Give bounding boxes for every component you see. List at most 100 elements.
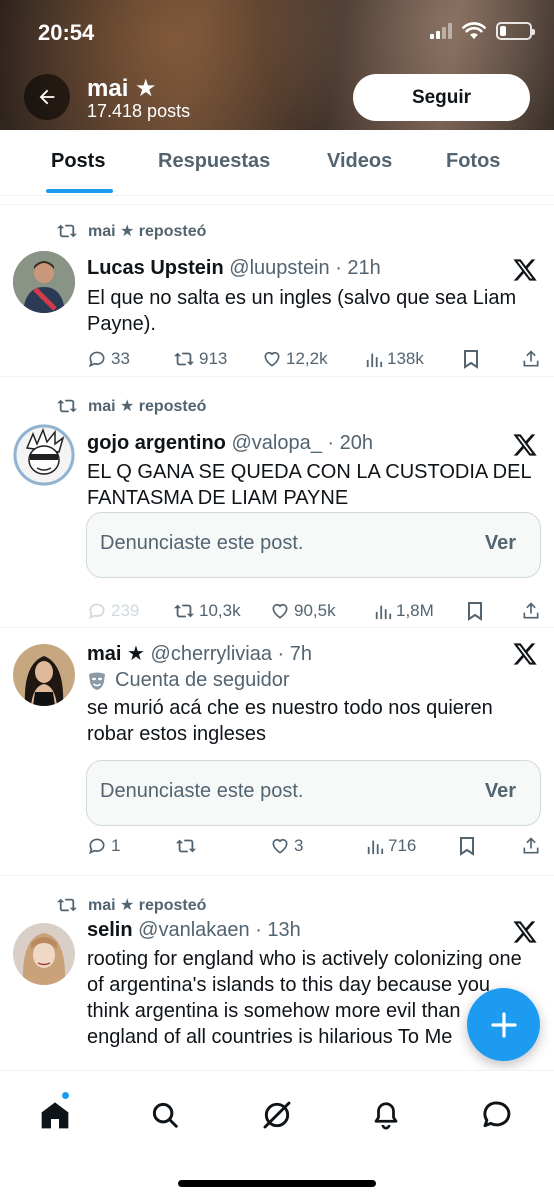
views-button[interactable]: 138k (365, 349, 424, 369)
repost-icon (57, 224, 77, 238)
views-count: 138k (387, 349, 424, 368)
follow-button[interactable]: Seguir (353, 74, 530, 121)
repost-icon (57, 898, 77, 912)
home-icon (41, 1102, 69, 1129)
share-button[interactable] (521, 601, 541, 621)
tweet-actions: 1 3 716 (87, 836, 542, 860)
heart-icon (264, 351, 280, 367)
home-notification-dot (61, 1091, 70, 1100)
plus-icon (490, 1011, 517, 1038)
views-button[interactable]: 1,8M (374, 601, 434, 621)
tweet-time: · 20h (327, 432, 373, 454)
avatar[interactable] (13, 923, 75, 985)
repost-label: mai ★ reposteó (88, 398, 207, 415)
share-button[interactable] (521, 836, 541, 856)
chat-bubble-icon (483, 1101, 511, 1128)
reply-button[interactable]: 239 (87, 601, 139, 621)
tweet-text: El que no salta es un ingles (salvo que … (87, 287, 517, 335)
view-reported-button[interactable]: Ver (485, 532, 516, 555)
status-time: 20:54 (38, 20, 95, 45)
reply-count: 1 (111, 836, 121, 855)
tweet[interactable]: mai ★ reposteó Lucas Upstein @luupstein … (0, 205, 554, 377)
views-icon (367, 840, 384, 855)
tab-videos[interactable]: Videos (327, 150, 392, 173)
author-handle[interactable]: @vanlakaen (138, 919, 249, 941)
tweet-text: se murió acá che es nuestro todo nos qui… (87, 697, 493, 745)
tweet[interactable]: mai ★ @cherryliviaa · 7h Cuenta de segui… (0, 628, 554, 876)
tweet[interactable]: mai ★ reposteó gojo argentino @valopa_ ·… (0, 377, 554, 628)
author-handle[interactable]: @valopa_ (231, 432, 321, 454)
timeline[interactable]: mai ★ reposteó Lucas Upstein @luupstein … (0, 196, 554, 1070)
tweet-actions: 33 913 12,2k 138k (87, 349, 542, 373)
nav-search[interactable] (145, 1095, 185, 1135)
reported-message: Denunciaste este post. (100, 780, 304, 802)
repost-label: mai ★ reposteó (88, 223, 207, 240)
tweet-time: · 21h (335, 257, 381, 279)
avatar[interactable] (13, 644, 75, 706)
like-button[interactable]: 12,2k (262, 349, 328, 369)
heart-icon (272, 603, 288, 619)
tweet-text: rooting for england who is actively colo… (87, 948, 522, 1048)
reported-message: Denunciaste este post. (100, 532, 304, 554)
avatar[interactable] (13, 424, 75, 486)
share-button[interactable] (521, 349, 541, 369)
tweet-header: gojo argentino @valopa_ · 20h (87, 432, 373, 455)
tab-respuestas[interactable]: Respuestas (158, 150, 270, 173)
bookmark-icon (468, 602, 482, 621)
nav-home[interactable] (35, 1095, 75, 1135)
bookmark-button[interactable] (458, 836, 476, 856)
nav-grok[interactable] (257, 1095, 297, 1135)
heart-icon (272, 838, 288, 854)
author-name[interactable]: gojo argentino (87, 432, 226, 454)
compose-button[interactable] (467, 988, 540, 1061)
grok-icon (263, 1101, 291, 1129)
x-logo-icon (513, 259, 537, 281)
search-icon (152, 1102, 178, 1128)
like-button[interactable]: 90,5k (270, 601, 336, 621)
repost-indicator: mai ★ reposteó (56, 895, 206, 915)
nav-messages[interactable] (477, 1095, 517, 1135)
tab-posts[interactable]: Posts (51, 150, 105, 173)
author-name[interactable]: mai ★ (87, 643, 145, 665)
views-icon (375, 605, 392, 620)
account-label: Cuenta de seguidor (87, 669, 290, 692)
reply-count: 33 (111, 349, 130, 368)
battery-icon (496, 22, 535, 40)
reply-button[interactable]: 33 (87, 349, 130, 369)
repost-button[interactable] (175, 836, 201, 856)
views-count: 1,8M (396, 601, 434, 620)
nav-notifications[interactable] (366, 1095, 406, 1135)
bookmark-button[interactable] (466, 601, 484, 621)
repost-indicator: mai ★ reposteó (56, 396, 206, 416)
tab-fotos[interactable]: Fotos (446, 150, 500, 173)
repost-button[interactable]: 913 (173, 349, 227, 369)
posts-count: 17.418 posts (87, 101, 191, 121)
tweet-header: Lucas Upstein @luupstein · 21h (87, 257, 381, 280)
author-handle[interactable]: @cherryliviaa (151, 643, 272, 665)
author-name[interactable]: Lucas Upstein (87, 257, 224, 279)
tweet-header: mai ★ @cherryliviaa · 7h (87, 641, 312, 666)
like-count: 12,2k (286, 349, 328, 368)
views-button[interactable]: 716 (366, 836, 416, 856)
author-handle[interactable]: @luupstein (229, 257, 329, 279)
back-button[interactable] (24, 74, 70, 120)
avatar[interactable] (13, 251, 75, 313)
bell-icon (374, 1102, 398, 1130)
repost-icon (57, 399, 77, 413)
reply-icon (88, 603, 105, 620)
bookmark-icon (464, 350, 478, 369)
author-name[interactable]: selin (87, 919, 133, 941)
views-count: 716 (388, 836, 417, 855)
like-button[interactable]: 3 (270, 836, 303, 856)
repost-button[interactable]: 10,3k (173, 601, 241, 621)
view-reported-button[interactable]: Ver (485, 780, 516, 803)
account-label-text: Cuenta de seguidor (115, 669, 290, 691)
reply-button[interactable]: 1 (87, 836, 120, 856)
bookmark-button[interactable] (462, 349, 480, 369)
reply-count: 239 (111, 601, 140, 620)
tweet-header: selin @vanlakaen · 13h (87, 919, 301, 942)
share-icon (523, 350, 539, 367)
tweet-time: · 13h (255, 919, 301, 941)
profile-header: 20:54 mai ★ 17.418 posts Seguir (0, 0, 554, 130)
repost-icon (173, 352, 195, 366)
